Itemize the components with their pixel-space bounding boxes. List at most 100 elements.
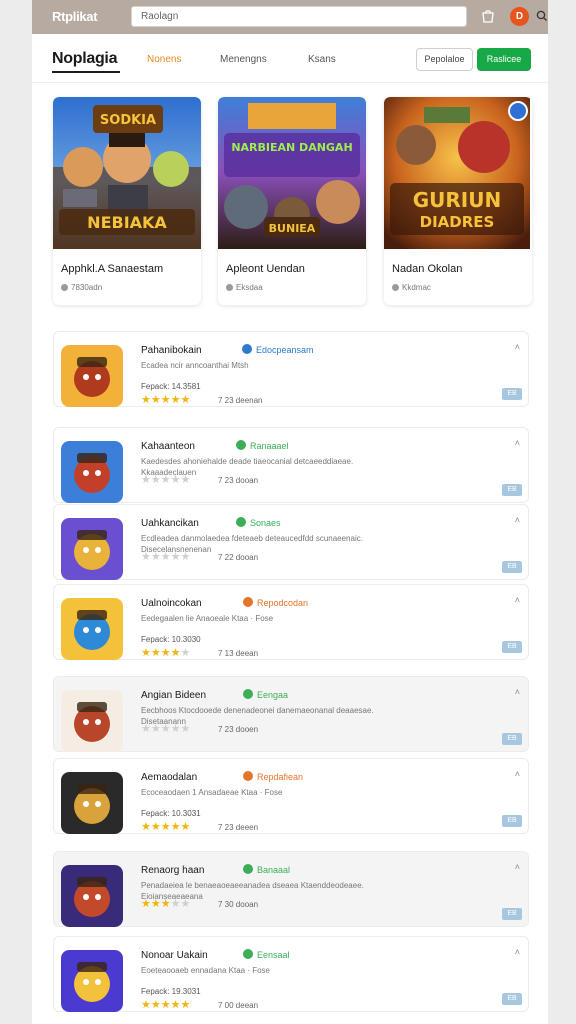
category-label: Eengaa	[257, 690, 289, 700]
star-icon: ★	[141, 394, 151, 406]
star-icon: ★	[160, 647, 171, 659]
featured-title[interactable]: Apleont Uendan	[226, 263, 305, 275]
collapse-icon[interactable]: ˄	[515, 947, 520, 957]
featured-artwork[interactable]: SODKIA NEBIAKA	[53, 97, 201, 249]
star-icon: ★	[141, 898, 151, 910]
app-name[interactable]: Aemaodalan	[141, 772, 197, 783]
app-name[interactable]: Uahkancikan	[141, 518, 199, 529]
app-icon[interactable]	[61, 690, 123, 752]
star-icon: ★	[141, 821, 151, 833]
download-count: 7 23 dooen	[218, 725, 259, 734]
star-icon: ★	[180, 394, 191, 406]
category-dot-icon	[243, 689, 253, 699]
collapse-icon[interactable]: ˄	[515, 438, 520, 448]
app-icon[interactable]	[61, 518, 123, 580]
art-title-top: GURIUN	[413, 188, 501, 212]
collapse-icon[interactable]: ˄	[515, 595, 520, 605]
app-name[interactable]: Ualnoincokan	[141, 598, 202, 609]
collapse-icon[interactable]: ˄	[515, 769, 520, 779]
app-page: Rtplikat Raolagn D Noplagia Nonens Menen…	[32, 0, 548, 1024]
list-item[interactable]: Angian Bideen Eengaa Eecbhoos Ktocdooede d…	[53, 676, 529, 752]
search-icon[interactable]	[536, 10, 548, 22]
app-icon[interactable]	[61, 598, 123, 660]
app-icon[interactable]	[61, 950, 123, 1012]
star-icon: ★	[180, 898, 191, 910]
category-dot-icon	[243, 949, 253, 959]
list-item[interactable]: Pahanibokain Edocpeansam Ecadea ncir annco…	[53, 331, 529, 407]
app-name[interactable]: Pahanibokain	[141, 345, 202, 356]
star-icon: ★	[170, 898, 181, 910]
featured-meta: Kkdmac	[392, 283, 431, 292]
featured-title[interactable]: Apphkl.A Sanaestam	[61, 263, 163, 275]
tab-menengns[interactable]: Menengns	[220, 54, 267, 65]
app-name[interactable]: Nonoar Uakain	[141, 950, 208, 961]
featured-card[interactable]: NARBIEAN DANGAH BUNIEA Apleont Uendan Ek…	[218, 97, 366, 305]
star-rating: ★★★★★	[141, 897, 190, 910]
star-icon: ★	[170, 551, 181, 563]
star-icon: ★	[141, 723, 151, 735]
tab-ksans[interactable]: Ksans	[308, 54, 336, 65]
title-underline	[52, 71, 120, 73]
download-count: 7 00 deean	[218, 1001, 259, 1010]
list-item[interactable]: Kahaanteon Ranaaael Kaedesdes ahoniehalde …	[53, 427, 529, 503]
featured-meta-text: Eksdaa	[236, 283, 263, 292]
age-badge: EB	[502, 388, 522, 400]
star-icon: ★	[141, 551, 151, 563]
star-icon: ★	[180, 474, 191, 486]
category-dot-icon	[243, 864, 253, 874]
bag-icon[interactable]	[480, 8, 496, 24]
meta-dot-icon	[226, 284, 233, 291]
collapse-icon[interactable]: ˄	[515, 515, 520, 525]
brand-name[interactable]: Rtplikat	[52, 9, 98, 24]
star-rating: ★★★★★	[141, 646, 190, 659]
featured-title[interactable]: Nadan Okolan	[392, 263, 462, 275]
star-icon: ★	[180, 723, 191, 735]
list-item[interactable]: Nonoar Uakain Eensaal Eoeteaooaeb ennadana…	[53, 936, 529, 1012]
list-item[interactable]: Aemaodalan Repdafiean Ecoceaodaen 1 Ansada…	[53, 758, 529, 834]
category-dot-icon	[243, 597, 253, 607]
app-price: Fepack: 19.3031	[141, 987, 201, 996]
star-icon: ★	[180, 647, 191, 659]
collapse-icon[interactable]: ˄	[515, 862, 520, 872]
star-icon: ★	[141, 647, 151, 659]
star-icon: ★	[150, 474, 161, 486]
app-name[interactable]: Angian Bideen	[141, 690, 206, 701]
star-rating: ★★★★★	[141, 998, 190, 1011]
app-name[interactable]: Kahaanteon	[141, 441, 195, 452]
download-count: 7 23 dooan	[218, 476, 259, 485]
primary-button[interactable]: Raslicee	[477, 48, 531, 71]
category-badge: Eensaal	[243, 949, 290, 960]
star-icon: ★	[150, 723, 161, 735]
star-icon: ★	[170, 647, 181, 659]
app-icon[interactable]	[61, 345, 123, 407]
secondary-button[interactable]: Pepolaloe	[416, 48, 473, 71]
featured-card[interactable]: SODKIA NEBIAKA Apphkl.A Sanaestam 7830ad…	[53, 97, 201, 305]
featured-artwork[interactable]: NARBIEAN DANGAH BUNIEA	[218, 97, 366, 249]
avatar[interactable]: D	[510, 7, 529, 26]
star-icon: ★	[160, 999, 171, 1011]
category-label: Banaaal	[257, 865, 291, 875]
meta-dot-icon	[392, 284, 399, 291]
category-label: Ranaaael	[250, 441, 289, 451]
list-item[interactable]: Renaorg haan Banaaal Penadaeiea le benaeao…	[53, 851, 529, 927]
list-item[interactable]: Ualnoincokan Repodcodan Eedegaalen lie Ana…	[53, 584, 529, 660]
art-title-bottom: DIADRES	[420, 213, 495, 231]
category-label: Edocpeansam	[256, 345, 314, 355]
app-icon[interactable]	[61, 772, 123, 834]
featured-card[interactable]: GURIUN DIADRES Nadan Okolan Kkdmac	[384, 97, 532, 305]
collapse-icon[interactable]: ˄	[515, 342, 520, 352]
tab-nonens[interactable]: Nonens	[147, 54, 181, 65]
app-icon[interactable]	[61, 441, 123, 503]
collapse-icon[interactable]: ˄	[515, 687, 520, 697]
app-price: Fepack: 10.3031	[141, 809, 201, 818]
category-label: Eensaal	[257, 950, 290, 960]
star-icon: ★	[180, 821, 191, 833]
age-badge: EB	[502, 815, 522, 827]
list-item[interactable]: Uahkancikan Sonaes Ecdleadea danmolaedea f…	[53, 504, 529, 580]
star-icon: ★	[141, 474, 151, 486]
star-icon: ★	[141, 999, 151, 1011]
featured-artwork[interactable]: GURIUN DIADRES	[384, 97, 532, 249]
app-name[interactable]: Renaorg haan	[141, 865, 204, 876]
app-icon[interactable]	[61, 865, 123, 927]
search-input[interactable]: Raolagn	[131, 6, 547, 27]
